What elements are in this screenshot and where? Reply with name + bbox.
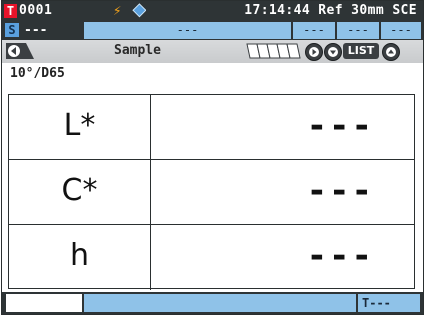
list-button[interactable]: LIST (343, 43, 379, 59)
sample-info-row: S --- --- --- --- --- (2, 21, 423, 40)
table-row: C* --- (9, 160, 414, 225)
measurement-table: L* --- C* --- h --- (8, 94, 415, 290)
target-number[interactable]: 0001 (19, 2, 52, 20)
chevron-right-icon (309, 47, 319, 57)
tolerance-indicator: T--- (358, 294, 420, 312)
page-title: Sample (114, 43, 161, 58)
sample-value: --- (24, 23, 48, 38)
info-box-2: --- (293, 22, 335, 39)
up-button[interactable] (382, 43, 400, 61)
nav-row: Sample LIST (2, 40, 423, 63)
instrument-screen: T 0001 ⚡ 17:14:44 Ref 30mm SCE S --- ---… (1, 0, 424, 315)
link-icon (132, 3, 146, 18)
chevron-up-icon (386, 47, 396, 57)
status-text: 17:14:44 Ref 30mm SCE (244, 3, 417, 18)
row-label: L* (9, 95, 151, 159)
page-tabs-icon[interactable] (245, 43, 303, 59)
bottom-field-blue (84, 294, 356, 312)
status-bar: T 0001 ⚡ 17:14:44 Ref 30mm SCE (2, 1, 423, 21)
row-value: --- (306, 236, 374, 276)
info-box-3: --- (337, 22, 379, 39)
table-row: h --- (9, 225, 414, 290)
row-value: --- (306, 106, 374, 146)
back-tab-icon[interactable] (4, 42, 36, 60)
target-badge: T (4, 4, 17, 18)
info-box-1: --- (84, 22, 291, 39)
observer-illuminant: 10°/D65 (10, 66, 65, 81)
next-down-button[interactable] (324, 43, 342, 61)
bolt-icon: ⚡ (113, 3, 122, 19)
chevron-down-icon (328, 47, 338, 57)
info-box-4: --- (381, 22, 421, 39)
table-row: L* --- (9, 95, 414, 160)
row-value: --- (306, 171, 374, 211)
observer-row: 10°/D65 (2, 63, 423, 91)
next-right-button[interactable] (305, 43, 323, 61)
row-label: C* (9, 160, 151, 224)
row-label: h (9, 225, 151, 290)
bottom-field-white (6, 294, 82, 312)
sample-badge: S (5, 23, 19, 37)
bottom-bar: T--- (2, 292, 423, 314)
